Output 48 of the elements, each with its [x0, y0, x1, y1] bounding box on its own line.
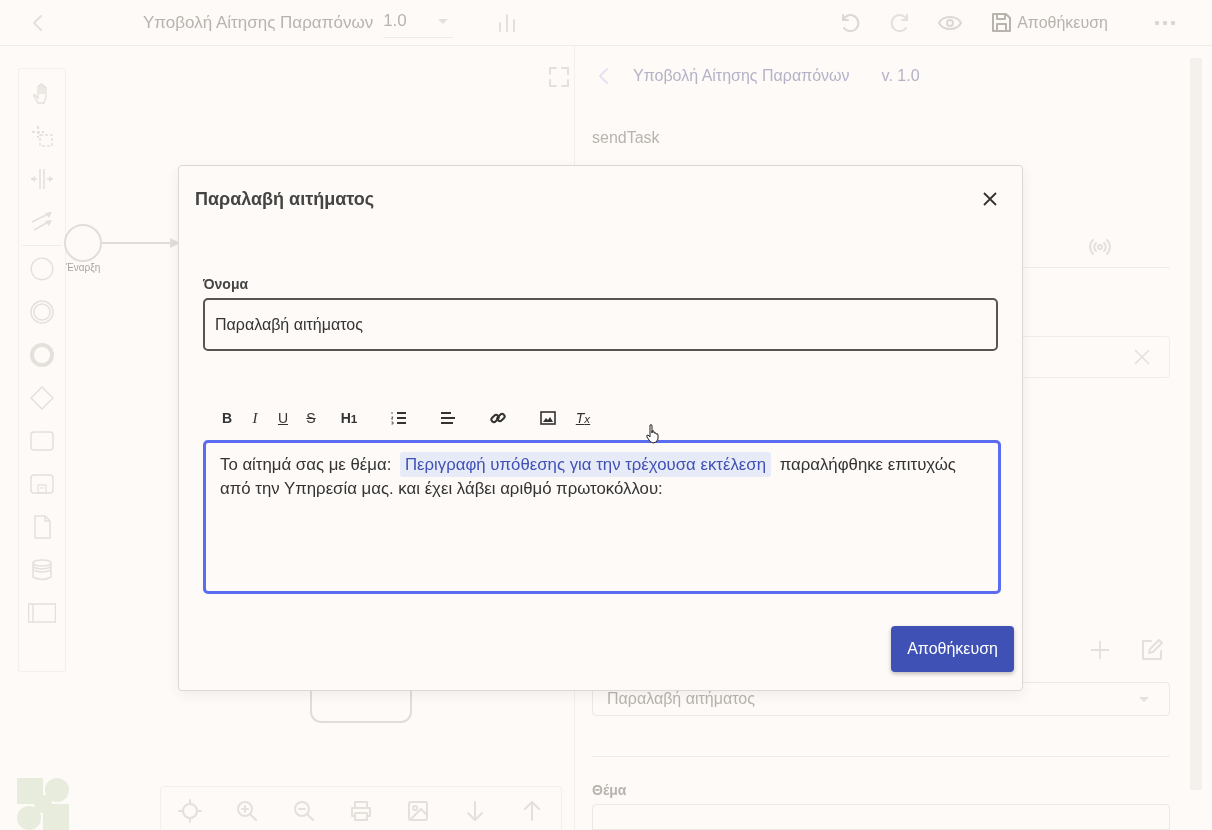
space-tool-icon[interactable] [30, 167, 54, 191]
lasso-tool-icon[interactable] [30, 124, 54, 148]
process-title: Υποβολή Αίτησης Παραπόνων [143, 12, 374, 33]
image-icon [540, 410, 556, 426]
task-icon[interactable] [30, 429, 54, 453]
field-label: Όνομα [203, 276, 250, 292]
close-icon[interactable] [982, 191, 998, 207]
pool-icon[interactable] [28, 601, 56, 625]
underline-button[interactable]: U [269, 407, 297, 429]
start-event-icon[interactable] [30, 257, 54, 281]
caret-icon [437, 17, 450, 25]
fullscreen-icon[interactable] [548, 66, 570, 88]
bold-button[interactable]: B [213, 407, 241, 429]
logo-icon [17, 778, 69, 830]
name-field[interactable]: Παραλαβή αιτήματος [203, 298, 998, 351]
ordered-list-icon [390, 410, 406, 426]
strike-button[interactable]: S [297, 407, 325, 429]
end-event-icon[interactable] [30, 343, 54, 367]
plus-icon[interactable] [1090, 640, 1110, 661]
hand-cursor-icon [645, 424, 659, 444]
edit-icon[interactable] [1140, 638, 1164, 663]
panel-title: Υποβολή Αίτησης Παραπόνων [633, 67, 850, 85]
connect-tool-icon[interactable] [30, 210, 54, 234]
save-button[interactable]: Αποθήκευση [891, 626, 1014, 672]
subprocess-icon[interactable] [30, 472, 54, 496]
dialog-title: Παραλαβή αιτήματος [195, 188, 375, 210]
variable-chip[interactable]: Περιγραφή υπόθεσης για την τρέχουσα εκτέλεση [399, 452, 771, 477]
bar-chart-icon[interactable] [497, 12, 518, 33]
italic-button[interactable]: I [241, 407, 269, 429]
version-label: v. 1.0 [881, 67, 920, 85]
printer-icon[interactable] [349, 799, 373, 823]
zoom-out-icon[interactable] [291, 799, 316, 823]
field-label: Θέμα [592, 782, 628, 798]
link-icon [490, 410, 506, 426]
start-event [64, 224, 102, 262]
caret-icon [1139, 696, 1149, 702]
element-type: sendTask [592, 129, 661, 147]
editor-text: Το αίτημά σας με θέμα: Περιγραφή υπόθεσης για την τρέχουσα εκτέλεση παραλήφθηκε επιτυχώς από την Υπηρεσία μας. και έχει λάβει αριθμό πρωτοκόλλου: [220, 453, 984, 501]
gateway-icon[interactable] [30, 386, 54, 410]
intermediate-event-icon[interactable] [30, 300, 54, 324]
align-icon [440, 410, 456, 426]
event-label: Έναρξη [66, 262, 101, 273]
image-icon[interactable] [406, 799, 431, 823]
zoom-in-icon[interactable] [234, 799, 259, 823]
more-icon[interactable] [1154, 19, 1176, 26]
crosshair-icon[interactable] [177, 799, 202, 823]
database-icon[interactable] [30, 558, 54, 582]
rich-text-editor[interactable]: Το αίτημά σας με θέμα: Περιγραφή υπόθεσης για την τρέχουσα εκτέλεση παραλήφθηκε επιτυχώς από την Υπηρεσία μας. και έχει λάβει αριθμό πρωτοκόλλου: [203, 440, 1001, 594]
